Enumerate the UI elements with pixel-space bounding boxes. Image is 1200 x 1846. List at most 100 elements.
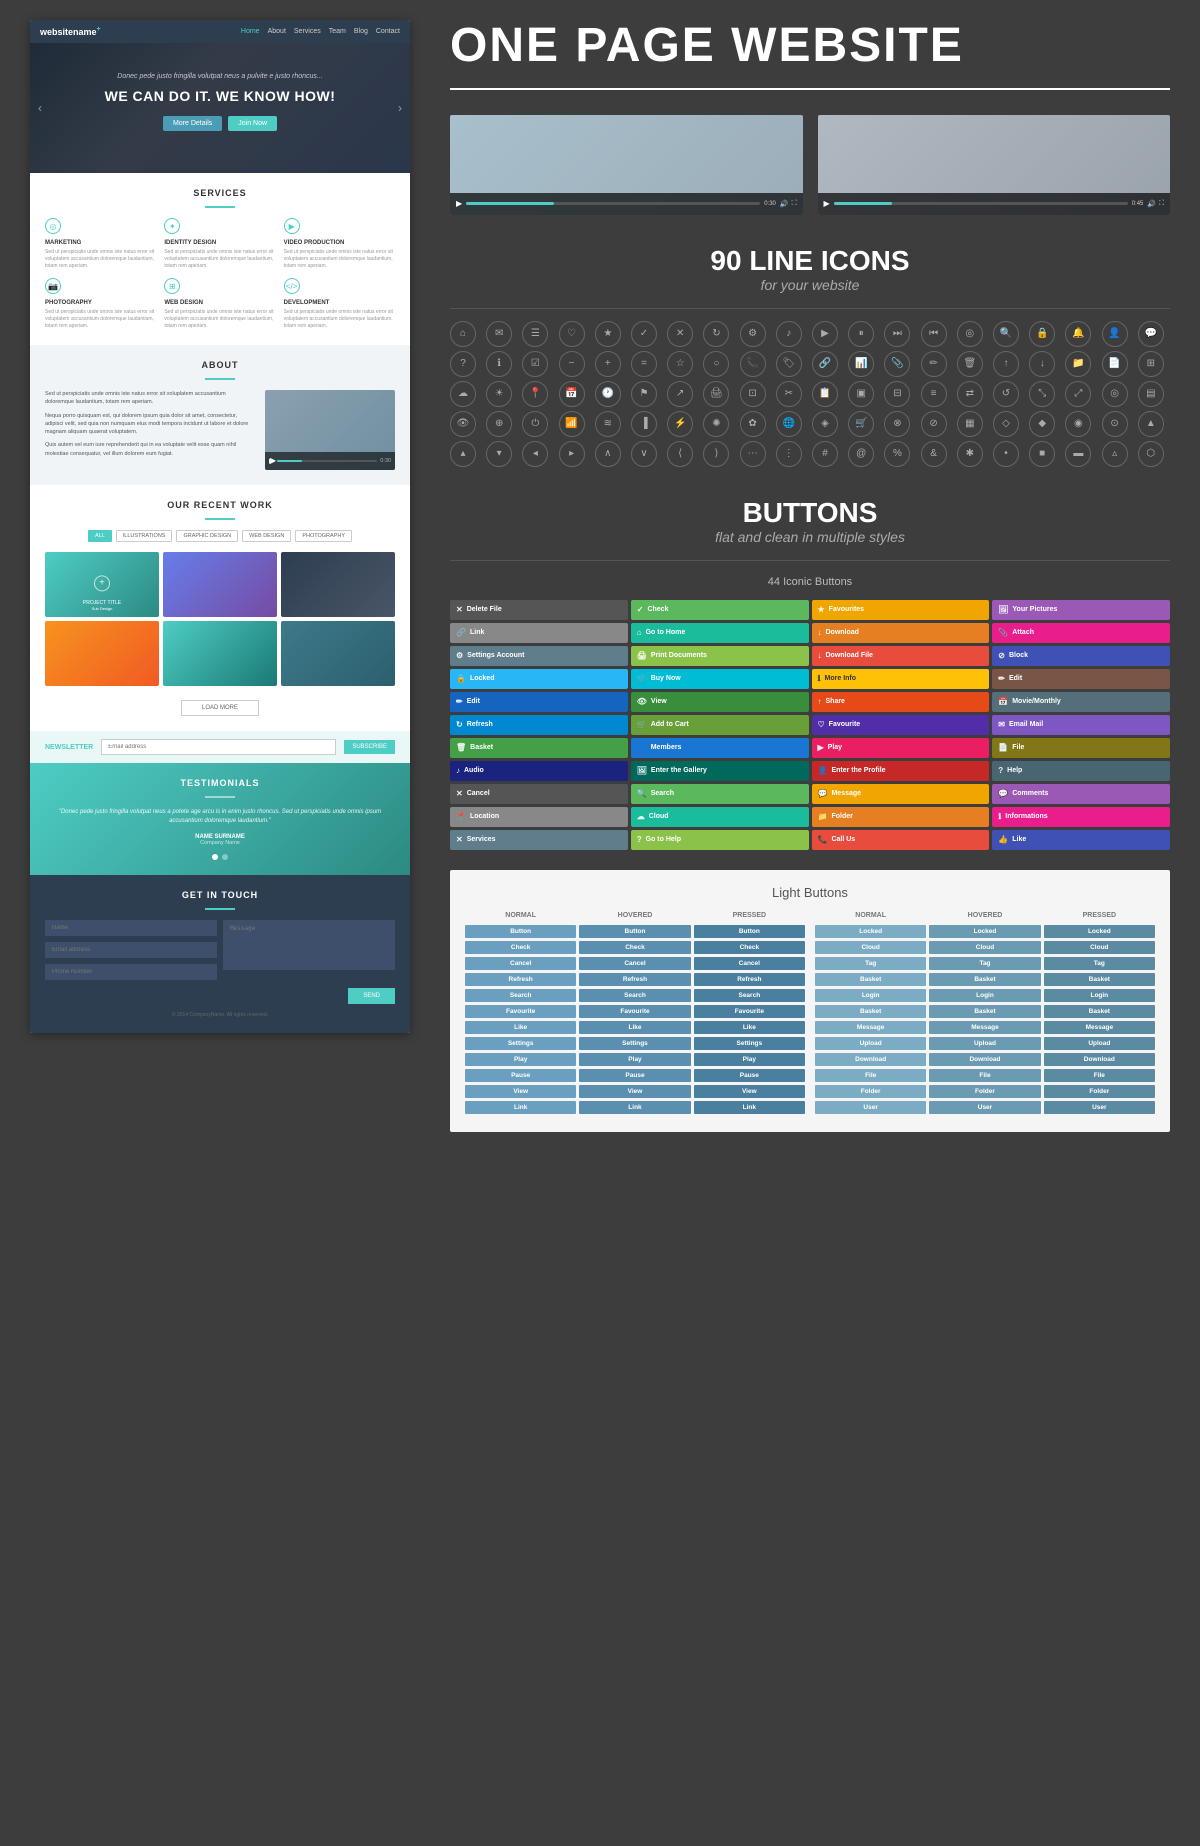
lb-refresh-normal[interactable]: Refresh — [465, 973, 576, 986]
icon-check[interactable]: ✓ — [631, 321, 657, 347]
lb-favourite-hovered[interactable]: Favourite — [579, 1005, 690, 1018]
iconic-btn-like[interactable]: 👍Like — [992, 830, 1170, 850]
iconic-btn-locked[interactable]: 🔒Locked — [450, 669, 628, 689]
hero-more-details-btn[interactable]: More Details — [163, 116, 222, 131]
video-play-1[interactable]: ▶ — [456, 199, 462, 208]
lb-play-pressed[interactable]: Play — [694, 1053, 805, 1066]
lb-cloud-normal[interactable]: Cloud — [815, 941, 926, 954]
iconic-btn-gallery[interactable]: 🖼Enter the Gallery — [631, 761, 809, 781]
iconic-btn-moreinfo[interactable]: ℹMore Info — [812, 669, 990, 689]
iconic-btn-audio[interactable]: ♪Audio — [450, 761, 628, 781]
lb-button-pressed[interactable]: Button — [694, 925, 805, 938]
icon-eye[interactable]: 👁 — [450, 411, 476, 437]
icon-home[interactable]: ⌂ — [450, 321, 476, 347]
lb-settings-normal[interactable]: Settings — [465, 1037, 576, 1050]
icon-map[interactable]: ◈ — [812, 411, 838, 437]
lb-download-hovered[interactable]: Download — [929, 1053, 1040, 1066]
filter-graphic[interactable]: GRAPHIC DESIGN — [176, 530, 238, 542]
lb-play-normal[interactable]: Play — [465, 1053, 576, 1066]
icon-medal[interactable]: ⊙ — [1102, 411, 1128, 437]
icon-trophy[interactable]: ◉ — [1065, 411, 1091, 437]
icon-file[interactable]: 📄 — [1102, 351, 1128, 377]
icon-arrow-left[interactable]: ◂ — [522, 441, 548, 467]
iconic-btn-members[interactable]: 👤Members — [631, 738, 809, 758]
icon-cart[interactable]: 🛒 — [848, 411, 874, 437]
icon-bell[interactable]: 🔔 — [1065, 321, 1091, 347]
lb-cancel-hovered[interactable]: Cancel — [579, 957, 690, 970]
icon-equals[interactable]: = — [631, 351, 657, 377]
lb-download-normal[interactable]: Download — [815, 1053, 926, 1066]
icon-hex[interactable]: ⬡ — [1138, 441, 1164, 467]
iconic-btn-cloud[interactable]: ☁Cloud — [631, 807, 809, 827]
iconic-btn-edit1[interactable]: ✏Edit — [992, 669, 1170, 689]
iconic-btn-buynow[interactable]: 🛒Buy Now — [631, 669, 809, 689]
iconic-btn-profile[interactable]: 👤Enter the Profile — [812, 761, 990, 781]
lb-basket2-normal[interactable]: Basket — [815, 1005, 926, 1018]
lb-file-pressed[interactable]: File — [1044, 1069, 1155, 1082]
lb-settings-hovered[interactable]: Settings — [579, 1037, 690, 1050]
icon-dots-h[interactable]: ⋯ — [740, 441, 766, 467]
testimonial-dot-1[interactable] — [212, 854, 218, 860]
lb-like-hovered[interactable]: Like — [579, 1021, 690, 1034]
icon-user[interactable]: 👤 — [1102, 321, 1128, 347]
video-thumb-2[interactable]: ▶ 0:45 🔊 ⛶ — [818, 115, 1171, 215]
icon-expand[interactable]: ⤡ — [1029, 381, 1055, 407]
icon-clip[interactable]: 📎 — [884, 351, 910, 377]
lb-cancel-pressed[interactable]: Cancel — [694, 957, 805, 970]
icon-location[interactable]: 📍 — [522, 381, 548, 407]
icon-share[interactable]: ↗ — [667, 381, 693, 407]
iconic-btn-folder[interactable]: 📁Folder — [812, 807, 990, 827]
filter-all[interactable]: ALL — [88, 530, 112, 542]
icon-diamond[interactable]: ◆ — [1029, 411, 1055, 437]
icon-arrow-up[interactable]: ▴ — [450, 441, 476, 467]
icon-leaf[interactable]: ✿ — [740, 411, 766, 437]
work-item-6[interactable] — [281, 621, 395, 686]
icon-crown[interactable]: ▲ — [1138, 411, 1164, 437]
iconic-btn-edit2[interactable]: ✏Edit — [450, 692, 628, 712]
video-play-icon[interactable]: ▶ — [269, 457, 274, 465]
lb-refresh-pressed[interactable]: Refresh — [694, 973, 805, 986]
iconic-btn-callus[interactable]: 📞Call Us — [812, 830, 990, 850]
icon-cut[interactable]: ✂ — [776, 381, 802, 407]
icon-search[interactable]: 🔍 — [993, 321, 1019, 347]
iconic-btn-email[interactable]: ✉Email Mail — [992, 715, 1170, 735]
lb-file-hovered[interactable]: File — [929, 1069, 1040, 1082]
icon-star[interactable]: ★ — [595, 321, 621, 347]
icon-paste[interactable]: 📋 — [812, 381, 838, 407]
iconic-btn-location[interactable]: 📍Location — [450, 807, 628, 827]
icon-chevron-down[interactable]: ∨ — [631, 441, 657, 467]
icon-chevron-up[interactable]: ∧ — [595, 441, 621, 467]
contact-phone-input[interactable] — [45, 964, 217, 980]
icon-question[interactable]: ? — [450, 351, 476, 377]
newsletter-email-input[interactable] — [101, 739, 336, 755]
icon-power[interactable]: ⏻ — [522, 411, 548, 437]
volume-icon-2[interactable]: 🔊 — [1147, 200, 1156, 208]
icon-camera[interactable]: ◎ — [957, 321, 983, 347]
icon-copy[interactable]: ⊡ — [740, 381, 766, 407]
lb-cancel-normal[interactable]: Cancel — [465, 957, 576, 970]
iconic-btn-block[interactable]: ⊘Block — [992, 646, 1170, 666]
icon-download[interactable]: ↓ — [1029, 351, 1055, 377]
lb-message-normal[interactable]: Message — [815, 1021, 926, 1034]
icon-circle2[interactable]: ○ — [703, 351, 729, 377]
icon-at[interactable]: @ — [848, 441, 874, 467]
lb-pause-hovered[interactable]: Pause — [579, 1069, 690, 1082]
work-item-3[interactable] — [281, 552, 395, 617]
video-thumb-1[interactable]: ▶ 0:30 🔊 ⛶ — [450, 115, 803, 215]
iconic-btn-monthly[interactable]: 📅Movie/Monthly — [992, 692, 1170, 712]
fullscreen-icon-2[interactable]: ⛶ — [1159, 200, 1164, 208]
icon-folder[interactable]: 📁 — [1065, 351, 1091, 377]
icon-target[interactable]: ◎ — [1102, 381, 1128, 407]
iconic-btn-home[interactable]: ⌂Go to Home — [631, 623, 809, 643]
lb-button-normal[interactable]: Button — [465, 925, 576, 938]
lb-check-pressed[interactable]: Check — [694, 941, 805, 954]
iconic-btn-print[interactable]: 🖨Print Documents — [631, 646, 809, 666]
icon-rect[interactable]: ▬ — [1065, 441, 1091, 467]
lb-basket-normal[interactable]: Basket — [815, 973, 926, 986]
icon-sun[interactable]: ☀ — [486, 381, 512, 407]
contact-email-input[interactable] — [45, 942, 217, 958]
lb-button-hovered[interactable]: Button — [579, 925, 690, 938]
icon-amp[interactable]: & — [921, 441, 947, 467]
icon-wallet[interactable]: ⊘ — [921, 411, 947, 437]
lb-pause-normal[interactable]: Pause — [465, 1069, 576, 1082]
